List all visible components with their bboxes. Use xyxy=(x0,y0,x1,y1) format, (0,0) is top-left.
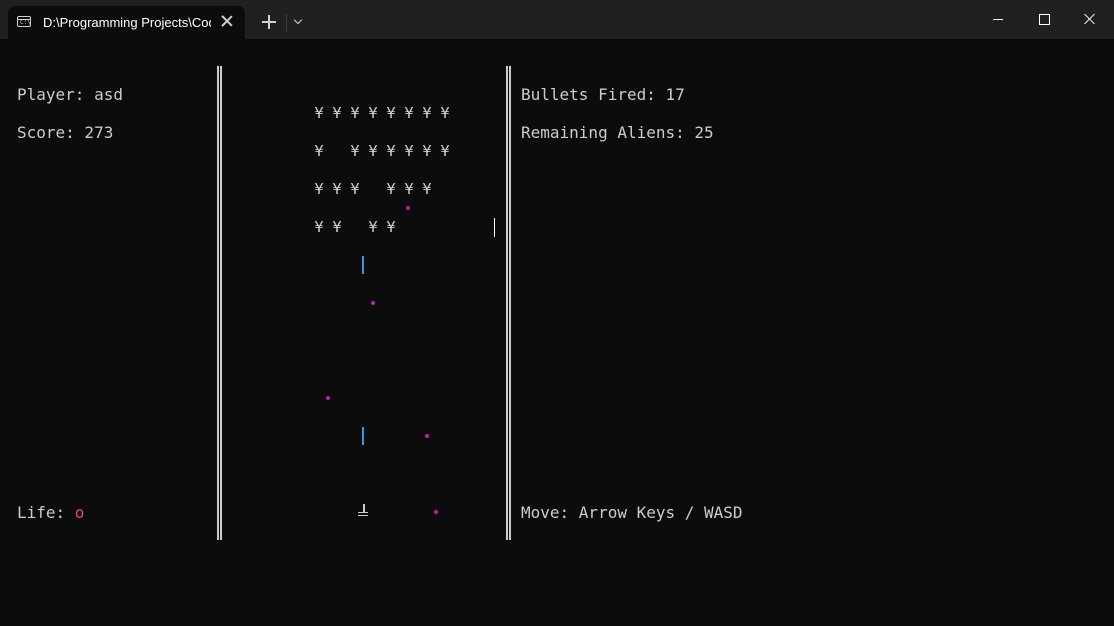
alien: ¥ xyxy=(440,104,450,122)
chevron-down-icon[interactable] xyxy=(292,15,306,29)
alien: ¥ xyxy=(350,142,360,160)
score: Score: 273 xyxy=(17,123,114,142)
terminal-tab[interactable]: C:\ D:\Programming Projects\Cod xyxy=(8,6,245,39)
alien: ¥ xyxy=(332,218,342,236)
remaining-aliens: Remaining Aliens: 25 xyxy=(521,123,714,142)
alien: ¥ xyxy=(368,104,378,122)
alien: ¥ xyxy=(386,180,396,198)
life-label: Life: xyxy=(17,503,75,522)
alien: ¥ xyxy=(386,142,396,160)
alien: ¥ xyxy=(350,180,360,198)
enemy-bullet xyxy=(434,510,438,514)
maximize-button[interactable] xyxy=(1021,0,1067,39)
life-value: o xyxy=(74,503,85,522)
bullets-fired: Bullets Fired: 17 xyxy=(521,85,685,104)
tab-title: D:\Programming Projects\Cod xyxy=(43,15,211,30)
life-display: Life: o xyxy=(17,503,84,522)
alien: ¥ xyxy=(332,104,342,122)
title-bar: C:\ D:\Programming Projects\Cod xyxy=(0,0,1114,39)
alien: ¥ xyxy=(314,218,324,236)
player-bullet xyxy=(362,256,364,274)
alien: ¥ xyxy=(422,180,432,198)
alien: ¥ xyxy=(440,142,450,160)
text-cursor xyxy=(494,218,495,237)
alien: ¥ xyxy=(386,218,396,236)
terminal-area[interactable]: Player: asd Score: 273 Life: o ¥ ¥ ¥ ¥ ¥ ¥ ¥ ¥ ¥… xyxy=(0,39,1114,626)
close-window-button[interactable] xyxy=(1067,0,1113,39)
close-tab-icon[interactable] xyxy=(218,12,236,30)
enemy-bullet xyxy=(326,396,330,400)
player-ship xyxy=(358,504,370,518)
right-border xyxy=(506,66,511,540)
left-border xyxy=(217,66,222,540)
terminal-icon: C:\ xyxy=(17,16,31,27)
enemy-bullet xyxy=(371,301,375,305)
alien: ¥ xyxy=(422,142,432,160)
alien: ¥ xyxy=(314,104,324,122)
alien: ¥ xyxy=(368,142,378,160)
alien: ¥ xyxy=(368,218,378,236)
alien: ¥ xyxy=(314,142,324,160)
alien: ¥ xyxy=(350,104,360,122)
alien: ¥ xyxy=(386,104,396,122)
alien: ¥ xyxy=(332,180,342,198)
tab-divider xyxy=(286,14,287,32)
alien: ¥ xyxy=(404,104,414,122)
plus-icon[interactable] xyxy=(259,12,279,32)
player-bullet xyxy=(362,427,364,445)
alien: ¥ xyxy=(404,180,414,198)
enemy-bullet xyxy=(406,206,410,210)
minimize-button[interactable] xyxy=(975,0,1021,39)
alien: ¥ xyxy=(314,180,324,198)
alien: ¥ xyxy=(422,104,432,122)
alien: ¥ xyxy=(404,142,414,160)
player-name: Player: asd xyxy=(17,85,123,104)
controls-hint: Move: Arrow Keys / WASD xyxy=(521,503,743,522)
enemy-bullet xyxy=(425,434,429,438)
